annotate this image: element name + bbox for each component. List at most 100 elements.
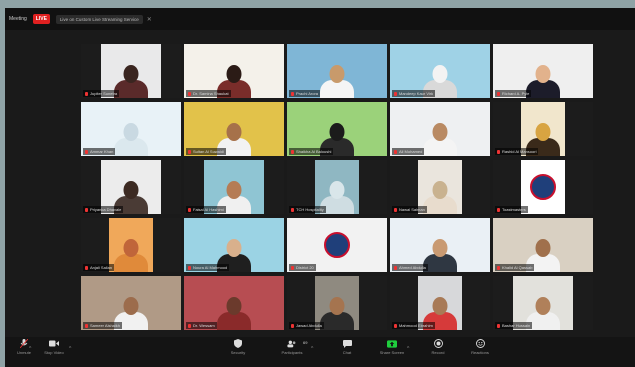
chevron-up-icon[interactable]: ^ <box>407 346 409 352</box>
participant-face <box>432 239 448 257</box>
participant-tile[interactable]: Prachi Arora <box>287 44 387 98</box>
muted-microphone-icon <box>291 91 294 96</box>
participant-name-tag: Faisal Al Hashimi <box>186 206 226 213</box>
meeting-topbar: Meeting LIVE Live on Custom Live Streami… <box>5 8 635 30</box>
participant-name-tag: Noura Al Mahmood <box>186 264 230 271</box>
live-stream-status[interactable]: Live on Custom Live Streaming Service <box>55 14 143 24</box>
chevron-up-icon[interactable]: ^ <box>69 346 71 352</box>
participant-tile[interactable]: Khalid Al Qassab <box>493 218 593 272</box>
participant-tile[interactable]: Jawad Abdulla <box>287 276 387 330</box>
participant-face <box>123 297 139 315</box>
participant-tile[interactable]: Jupiter Sunetra <box>81 44 181 98</box>
muted-microphone-icon <box>497 207 500 212</box>
participant-name-tag: Khalid Al Qassab <box>495 264 535 271</box>
participant-name: Bashar Hussain <box>502 323 531 328</box>
participant-name-tag: Mahmood Ebrahim <box>392 322 435 329</box>
participant-tile[interactable]: Bashar Hussain <box>493 276 593 330</box>
participant-name: Mahmood Ebrahim <box>399 323 433 328</box>
muted-microphone-icon <box>497 149 500 154</box>
chat-button[interactable]: Chat <box>330 339 364 355</box>
muted-microphone-icon <box>394 207 397 212</box>
participant-face <box>123 239 139 257</box>
chevron-up-icon[interactable]: ^ <box>311 346 313 352</box>
participant-tile[interactable]: Rashid Al Mansoori <box>493 102 593 156</box>
participant-name-tag: Jawad Abdulla <box>289 322 324 329</box>
participant-name-tag: Prachi Arora <box>289 90 321 97</box>
participant-name: Ahmed Abdulla <box>399 265 426 270</box>
muted-microphone-icon <box>85 91 88 96</box>
participant-tile[interactable]: Richard A. Pyle <box>493 44 593 98</box>
participant-count: 69 <box>303 340 308 345</box>
participant-face <box>535 297 551 315</box>
participant-tile[interactable]: Ahmed Abdulla <box>390 218 490 272</box>
participant-face <box>535 65 551 83</box>
chat-label: Chat <box>342 350 352 355</box>
participant-tile[interactable]: Ali Mohamed <box>390 102 490 156</box>
participant-tile[interactable]: Shaikha Al Baloushi <box>287 102 387 156</box>
participant-tile[interactable]: Dr. Wessam <box>184 276 284 330</box>
participant-name: Shaikha Al Baloushi <box>296 149 332 154</box>
muted-microphone-icon <box>85 207 88 212</box>
participant-name: Dr. Samina Shaukat <box>193 91 229 96</box>
share-screen-button[interactable]: Share Screen <box>375 339 409 355</box>
participant-face <box>226 239 242 257</box>
participant-tile[interactable]: Toastmasters <box>493 160 593 214</box>
muted-microphone-icon <box>85 265 88 270</box>
participant-tile[interactable]: Dr. Samina Shaukat <box>184 44 284 98</box>
participant-tile[interactable]: Mahmood Ebrahim <box>390 276 490 330</box>
close-icon[interactable]: ✕ <box>147 16 152 23</box>
participant-face <box>432 123 448 141</box>
participant-face <box>226 181 242 199</box>
toastmasters-logo <box>324 232 350 258</box>
unmute-button[interactable]: Unmute <box>7 339 41 355</box>
live-badge[interactable]: LIVE <box>32 14 50 24</box>
participant-face <box>535 123 551 141</box>
muted-microphone-icon <box>188 149 191 154</box>
participant-name-tag: Toastmasters <box>495 206 528 213</box>
participant-tile[interactable]: District 20 <box>287 218 387 272</box>
reactions-button[interactable]: Reactions <box>463 339 497 355</box>
participant-face <box>329 181 345 199</box>
record-label: Record <box>431 350 445 355</box>
participant-name: Ammar Khan <box>90 149 114 154</box>
window-label: Meeting <box>9 16 27 22</box>
video-button[interactable]: Stop Video <box>37 339 71 355</box>
share-screen-icon <box>387 339 397 348</box>
participant-tile[interactable]: Anjali Salian <box>81 218 181 272</box>
participant-tile[interactable]: Nawal Salman <box>390 160 490 214</box>
participant-name-tag: TCH Hospitality <box>289 206 326 213</box>
participant-name: Sultan Al Suwaidi <box>193 149 224 154</box>
video-label: Stop Video <box>44 350 64 355</box>
participant-name-tag: Dr. Wessam <box>186 322 217 329</box>
participant-name: Mandeep Kaur Virk <box>399 91 434 96</box>
share-screen-label: Share Screen <box>379 350 405 355</box>
participant-tile[interactable]: Mandeep Kaur Virk <box>390 44 490 98</box>
chevron-up-icon[interactable]: ^ <box>29 346 31 352</box>
muted-microphone-icon <box>188 91 191 96</box>
smiley-icon <box>475 339 485 348</box>
participant-face <box>123 123 139 141</box>
participant-name: Khalid Al Qassab <box>502 265 533 270</box>
participant-video <box>109 218 153 272</box>
security-button[interactable]: Security <box>221 339 255 355</box>
participant-tile[interactable]: Ammar Khan <box>81 102 181 156</box>
participant-tile[interactable]: TCH Hospitality <box>287 160 387 214</box>
participant-name: TCH Hospitality <box>296 207 324 212</box>
participant-tile[interactable]: Faisal Al Hashimi <box>184 160 284 214</box>
participant-name: District 20 <box>296 265 314 270</box>
participant-name-tag: District 20 <box>289 264 316 271</box>
participant-tile[interactable]: Noura Al Mahmood <box>184 218 284 272</box>
muted-microphone-icon <box>291 149 294 154</box>
participant-name-tag: Nawal Salman <box>392 206 427 213</box>
participant-name: Noura Al Mahmood <box>193 265 228 270</box>
muted-microphone-icon <box>497 91 500 96</box>
participant-tile[interactable]: Priyanka Dhavale <box>81 160 181 214</box>
participant-tile[interactable]: Sameer Alshaikh <box>81 276 181 330</box>
muted-microphone-icon <box>394 149 397 154</box>
participant-tile[interactable]: Sultan Al Suwaidi <box>184 102 284 156</box>
record-button[interactable]: Record <box>421 339 455 355</box>
participant-face <box>226 123 242 141</box>
participant-name-tag: Jupiter Sunetra <box>83 90 120 97</box>
participant-name-tag: Anjali Salian <box>83 264 115 271</box>
participant-name: Richard A. Pyle <box>502 91 530 96</box>
